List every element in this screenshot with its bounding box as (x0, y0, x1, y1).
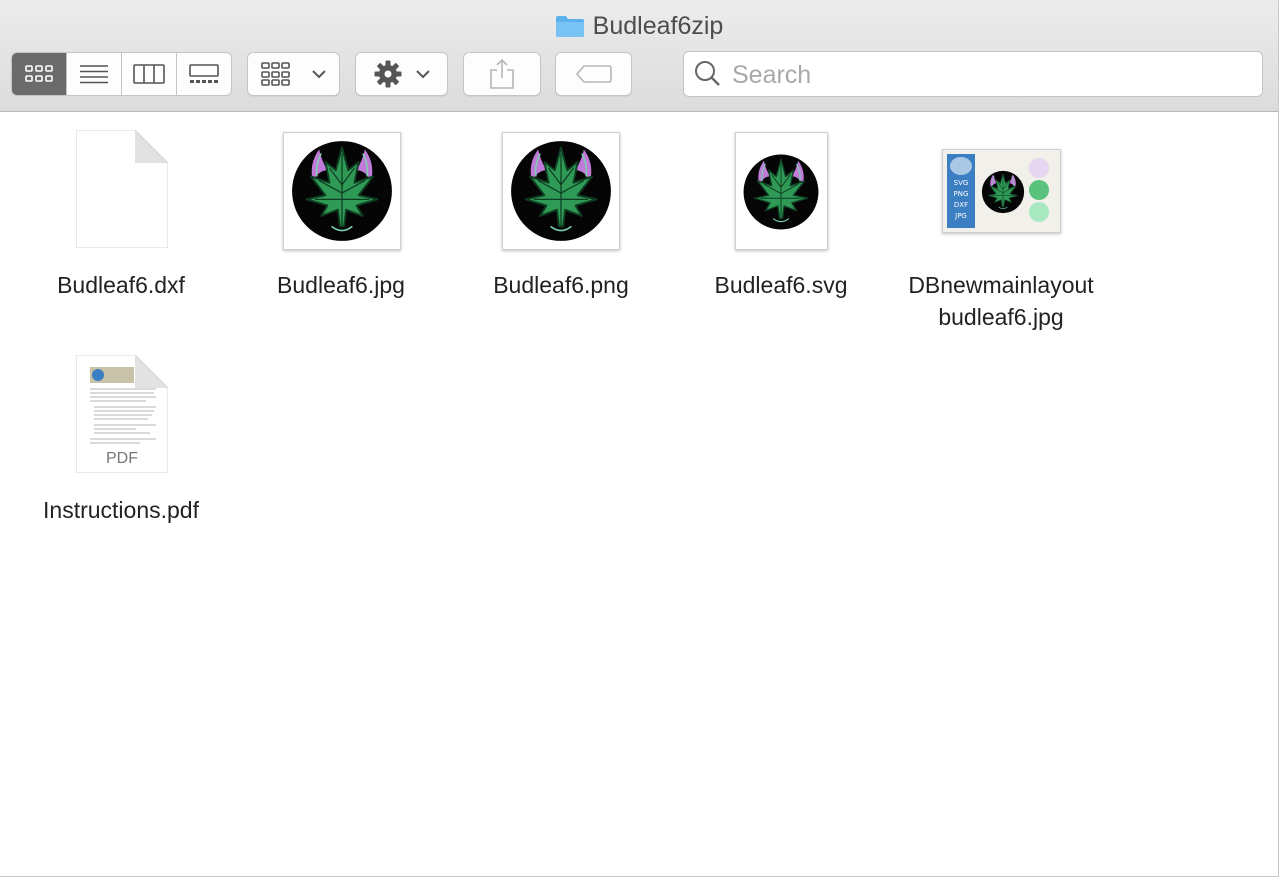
file-item[interactable]: SVG PNG DXF JPG DBnewmainlayout budleaf6… (890, 125, 1112, 335)
gallery-view-button[interactable] (177, 53, 231, 95)
file-name: Budleaf6.png (493, 272, 629, 298)
thumb-label: DXF (953, 201, 969, 209)
tag-button[interactable] (555, 52, 632, 96)
view-mode-control[interactable] (11, 52, 232, 96)
variant-dot (1029, 158, 1049, 178)
action-button[interactable] (355, 52, 448, 96)
toolbar: Budleaf6zip (0, 0, 1278, 112)
thumb-label: SVG (953, 179, 969, 187)
icon-grid-icon (25, 65, 53, 82)
file-name: Budleaf6.svg (714, 272, 848, 298)
file-name: Budleaf6.jpg (277, 272, 405, 298)
folder-icon (555, 14, 585, 38)
document-fold-icon (76, 130, 168, 248)
window-title: Budleaf6zip (592, 11, 724, 40)
search-field[interactable] (683, 51, 1263, 98)
logo-icon (950, 157, 972, 175)
image-thumbnail (735, 132, 828, 250)
share-button[interactable] (463, 52, 541, 96)
finder-window: Budleaf6zip Search Budleaf6.dxf Budleaf6… (0, 0, 1279, 877)
image-thumbnail (283, 132, 401, 250)
leaf-icon (742, 153, 820, 231)
file-item[interactable]: Budleaf6.jpg (246, 125, 436, 305)
file-name: Budleaf6.dxf (57, 272, 185, 298)
tag-icon (575, 65, 612, 83)
pdf-badge: PDF (106, 450, 138, 467)
variant-dot (1029, 202, 1049, 222)
file-name: Instructions.pdf (43, 497, 199, 523)
leaf-icon (291, 140, 393, 242)
icon-view-button[interactable] (12, 53, 67, 95)
search-icon (694, 60, 722, 93)
column-view-button[interactable] (122, 53, 177, 95)
thumb-label: PNG (953, 190, 969, 198)
file-name-line2: budleaf6.jpg (938, 304, 1064, 330)
list-view-button[interactable] (67, 53, 122, 95)
image-thumbnail (502, 132, 620, 250)
file-item[interactable]: Budleaf6.svg (686, 125, 876, 305)
image-thumbnail: SVG PNG DXF JPG (942, 149, 1061, 233)
gallery-icon (189, 64, 219, 83)
file-item[interactable]: Budleaf6.png (466, 125, 656, 305)
window-title-bar: Budleaf6zip (0, 10, 1278, 42)
thumb-label: JPG (955, 212, 967, 220)
leaf-icon (981, 170, 1025, 214)
group-by-button[interactable] (247, 52, 340, 96)
chevron-down-icon (415, 70, 430, 79)
leaf-icon (510, 140, 612, 242)
file-name-line1: DBnewmainlayout (908, 272, 1094, 298)
layout-sidebar: SVG PNG DXF JPG (947, 154, 975, 228)
variant-dot (1029, 180, 1049, 200)
gear-icon (374, 60, 401, 88)
list-icon (80, 65, 108, 84)
columns-icon (133, 64, 165, 84)
chevron-down-icon (311, 70, 326, 79)
share-icon (490, 58, 514, 89)
search-input[interactable] (730, 52, 1254, 98)
file-item[interactable]: PDF Instructions.pdf (26, 350, 216, 530)
file-item[interactable]: Budleaf6.dxf (26, 125, 216, 305)
grid-icon (260, 62, 290, 86)
